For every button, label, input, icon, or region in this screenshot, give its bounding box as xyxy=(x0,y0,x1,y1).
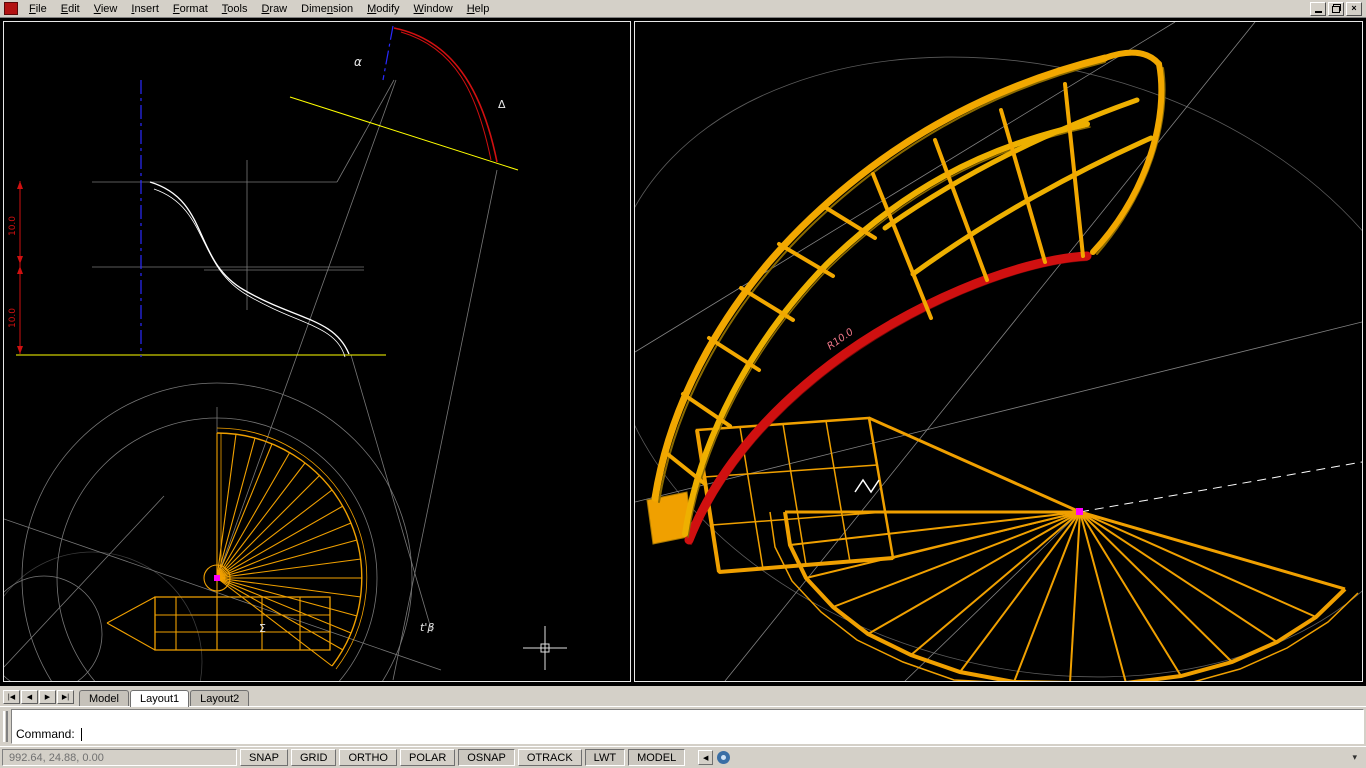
toggle-lwt[interactable]: LWT xyxy=(584,749,626,766)
yellow-reference-lines xyxy=(16,96,519,356)
viewport-left-2d[interactable]: 10.0 10.0 α Δ Σ t'β xyxy=(3,21,631,682)
dim-lower-label: 10.0 xyxy=(8,308,18,328)
menu-dimension[interactable]: Dimension xyxy=(294,2,360,16)
menu-items: File Edit View Insert Format Tools Draw Dimensi… xyxy=(22,2,496,16)
close-button[interactable]: × xyxy=(1346,1,1362,16)
spiral-stair-plan xyxy=(106,427,368,670)
command-input-area[interactable]: Command: xyxy=(11,709,1364,744)
centerline-blue xyxy=(140,25,394,357)
command-window-grip[interactable] xyxy=(3,711,8,742)
stair-3d-structure xyxy=(646,49,1166,545)
tab-layout2[interactable]: Layout2 xyxy=(190,690,250,706)
delta-label: Δ xyxy=(498,98,506,111)
toggle-model[interactable]: MODEL xyxy=(628,749,686,766)
tab-model[interactable]: Model xyxy=(79,690,129,706)
menu-bar: File Edit View Insert Format Tools Draw Dimensi… xyxy=(0,0,1366,18)
minimize-button[interactable] xyxy=(1310,1,1326,16)
menu-view[interactable]: View xyxy=(87,2,125,16)
tbeta-label: t'β xyxy=(420,621,434,634)
app-icon[interactable] xyxy=(4,2,18,15)
dim-upper-label: 10.0 xyxy=(8,216,18,236)
tab-scroll-last[interactable]: ▶| xyxy=(57,690,74,704)
command-window: Command: xyxy=(0,706,1366,746)
top-cap-member xyxy=(1102,49,1162,67)
toggle-ortho[interactable]: ORTHO xyxy=(339,749,397,766)
tab-scroll-next[interactable]: ▶ xyxy=(39,690,56,704)
menu-tools[interactable]: Tools xyxy=(215,2,255,16)
left-viewport-drawing: 10.0 10.0 α Δ Σ t'β xyxy=(4,25,567,681)
text-cursor xyxy=(80,728,82,741)
alpha-label: α xyxy=(354,55,362,69)
crosshair-cursor xyxy=(523,626,567,670)
menu-file[interactable]: File xyxy=(22,2,54,16)
construction-lines xyxy=(4,79,498,681)
menu-format[interactable]: Format xyxy=(166,2,215,16)
layout-tab-bar: |◀ ◀ ▶ ▶| Model Layout1 Layout2 xyxy=(0,686,1366,707)
dimension-10: 10.0 10.0 xyxy=(8,181,23,354)
restore-button[interactable] xyxy=(1328,1,1344,16)
restore-icon xyxy=(1331,4,1341,13)
stair-plan-perspective xyxy=(695,416,1359,681)
menu-help[interactable]: Help xyxy=(460,2,497,16)
menu-edit[interactable]: Edit xyxy=(54,2,87,16)
menu-insert[interactable]: Insert xyxy=(124,2,166,16)
menu-window[interactable]: Window xyxy=(407,2,460,16)
toggle-polar[interactable]: POLAR xyxy=(400,749,456,766)
red-profile-arc xyxy=(393,27,498,163)
tab-layout1[interactable]: Layout1 xyxy=(129,690,190,707)
command-prompt: Command: xyxy=(16,727,75,741)
status-toggles: SNAP GRID ORTHO POLAR OSNAP OTRACK LWT MODEL xyxy=(240,749,686,766)
tray-collapse-button[interactable]: ◀ xyxy=(698,750,714,765)
break-symbol xyxy=(854,478,880,494)
blade-profile-curve xyxy=(149,181,350,358)
snap-point-marker-3d xyxy=(1076,508,1083,515)
minimize-icon xyxy=(1314,11,1322,13)
status-tray: ◀ xyxy=(698,750,731,765)
coordinate-readout[interactable]: 992.64, 24.88, 0.00 xyxy=(2,749,237,766)
tab-scroll-buttons: |◀ ◀ ▶ ▶| xyxy=(3,690,74,704)
viewport-right-3d[interactable]: R10.0 xyxy=(634,21,1363,682)
right-viewport-drawing: R10.0 xyxy=(635,22,1362,681)
toggle-snap[interactable]: SNAP xyxy=(240,749,288,766)
status-menu-arrow[interactable]: ▾ xyxy=(1347,752,1362,763)
menu-modify[interactable]: Modify xyxy=(360,2,406,16)
layout-tabs: Model Layout1 Layout2 xyxy=(79,689,250,707)
window-controls: × xyxy=(1310,1,1364,16)
snap-point-marker xyxy=(214,575,220,581)
drawing-area: 10.0 10.0 α Δ Σ t'β R10.0 xyxy=(0,18,1366,686)
toggle-grid[interactable]: GRID xyxy=(290,749,337,766)
menu-draw[interactable]: Draw xyxy=(254,2,294,16)
dashed-axis-line xyxy=(1079,461,1362,513)
communication-center-icon[interactable] xyxy=(717,751,731,764)
status-bar: 992.64, 24.88, 0.00 SNAP GRID ORTHO POLAR OS… xyxy=(0,746,1366,768)
toggle-osnap[interactable]: OSNAP xyxy=(458,749,515,766)
toggle-otrack[interactable]: OTRACK xyxy=(517,749,582,766)
tab-scroll-prev[interactable]: ◀ xyxy=(21,690,38,704)
red-stringer-band xyxy=(684,251,1092,545)
tab-scroll-first[interactable]: |◀ xyxy=(3,690,20,704)
sigma-label: Σ xyxy=(259,622,266,635)
outer-rail xyxy=(651,54,1109,502)
